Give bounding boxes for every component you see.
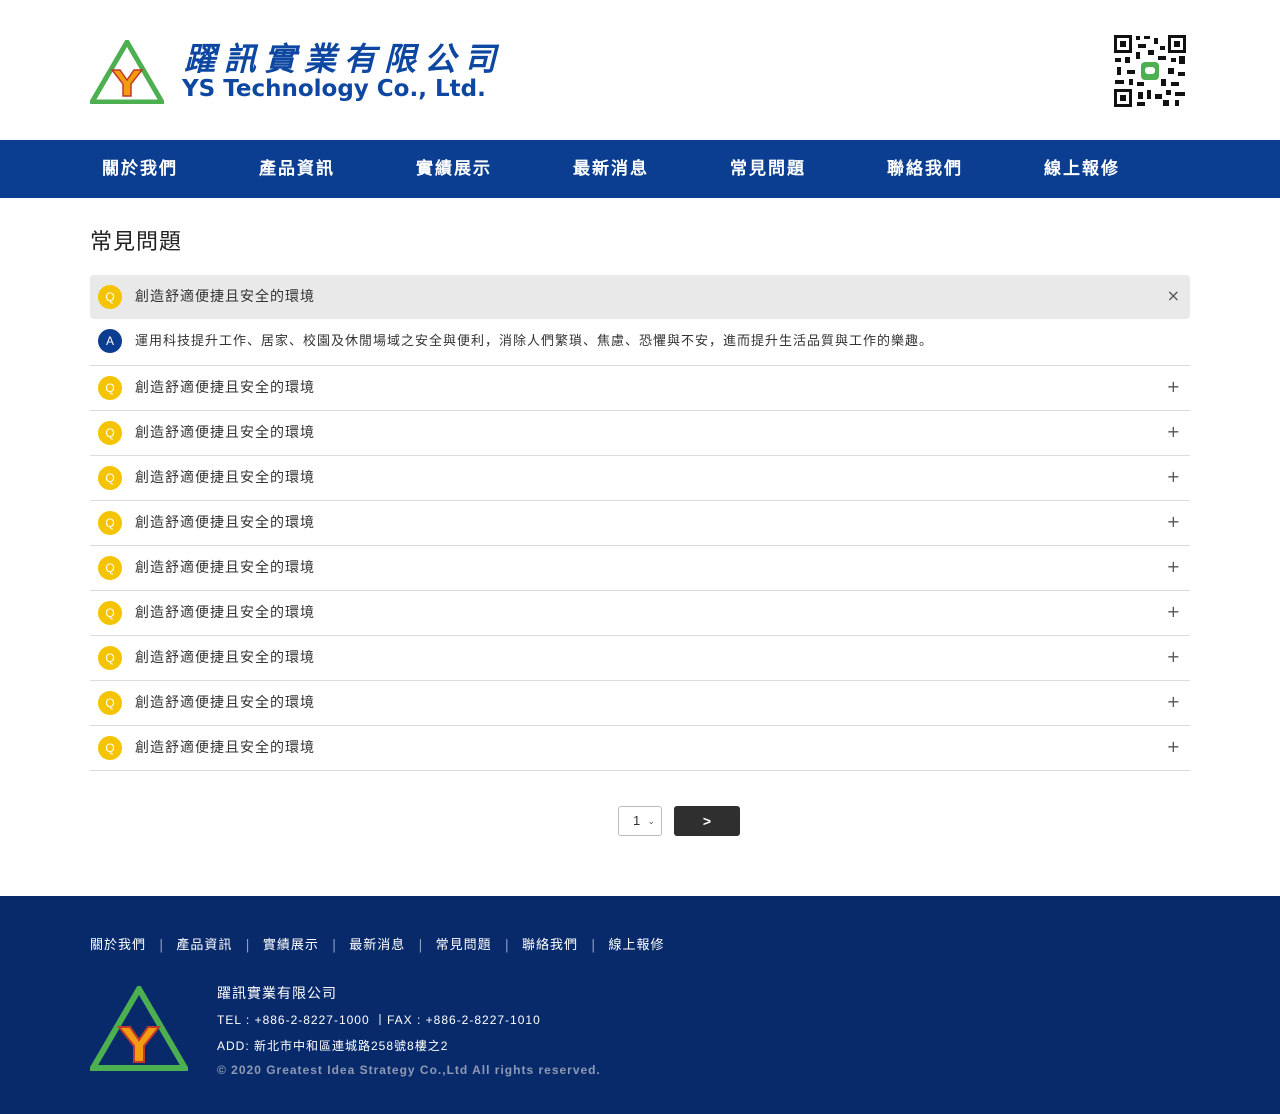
faq-question-7[interactable]: Q 創造舒適便捷且安全的環境 + <box>90 591 1190 636</box>
plus-icon[interactable]: + <box>1167 456 1180 498</box>
page-title: 常見問題 <box>90 230 183 255</box>
page-select[interactable]: 1 ⌄ <box>618 806 662 836</box>
close-icon[interactable]: × <box>1167 275 1180 317</box>
question-badge: Q <box>98 466 122 490</box>
nav-faq[interactable]: 常見問題 <box>730 140 806 198</box>
question-badge: Q <box>98 376 122 400</box>
faq-question-text: 創造舒適便捷且安全的環境 <box>135 740 315 756</box>
plus-icon[interactable]: + <box>1167 591 1180 633</box>
faq-question-text: 創造舒適便捷且安全的環境 <box>135 605 315 621</box>
footer-nav-repair[interactable]: 線上報修 <box>608 934 664 953</box>
footer-company-name: 躍訊實業有限公司 <box>217 986 337 1002</box>
page-select-value: 1 <box>633 813 641 828</box>
footer-nav-separator: | <box>159 938 164 953</box>
plus-icon[interactable]: + <box>1167 681 1180 723</box>
logo-triangle-icon <box>90 40 164 104</box>
faq-question-10[interactable]: Q 創造舒適便捷且安全的環境 + <box>90 726 1190 771</box>
nav-products[interactable]: 產品資訊 <box>259 140 335 198</box>
next-page-button[interactable]: > <box>674 806 740 836</box>
chevron-down-icon: ⌄ <box>647 816 655 826</box>
nav-portfolio[interactable]: 實績展示 <box>416 140 492 198</box>
plus-icon[interactable]: + <box>1167 546 1180 588</box>
plus-icon[interactable]: + <box>1167 366 1180 408</box>
main-nav: 關於我們 產品資訊 實績展示 最新消息 常見問題 聯絡我們 線上報修 <box>0 140 1280 198</box>
faq-question-text: 創造舒適便捷且安全的環境 <box>135 380 315 396</box>
faq-question-1[interactable]: Q 創造舒適便捷且安全的環境 × <box>90 275 1190 319</box>
faq-question-text: 創造舒適便捷且安全的環境 <box>135 515 315 531</box>
question-badge: Q <box>98 421 122 445</box>
faq-answer-1: A 運用科技提升工作、居家、校園及休閒場域之安全與便利，消除人們繁瑣、焦慮、恐懼… <box>90 319 1190 366</box>
nav-repair[interactable]: 線上報修 <box>1044 140 1120 198</box>
faq-list: Q 創造舒適便捷且安全的環境 × A 運用科技提升工作、居家、校園及休閒場域之安… <box>90 275 1190 771</box>
footer-nav-about[interactable]: 關於我們 <box>90 934 146 953</box>
plus-icon[interactable]: + <box>1167 726 1180 768</box>
footer-nav-separator: | <box>418 938 423 953</box>
plus-icon[interactable]: + <box>1167 411 1180 453</box>
footer-nav-products[interactable]: 產品資訊 <box>176 934 232 953</box>
plus-icon[interactable]: + <box>1167 501 1180 543</box>
nav-contact[interactable]: 聯絡我們 <box>887 140 963 198</box>
question-badge: Q <box>98 736 122 760</box>
faq-question-5[interactable]: Q 創造舒適便捷且安全的環境 + <box>90 501 1190 546</box>
nav-news[interactable]: 最新消息 <box>573 140 649 198</box>
footer-nav-separator: | <box>591 938 596 953</box>
site-header: 躍訊實業有限公司 YS Technology Co., Ltd. <box>0 0 1280 140</box>
site-footer: 關於我們 | 產品資訊 | 實績展示 | 最新消息 | 常見問題 | 聯絡我們 | 線上報修 躍訊實業有… <box>0 896 1280 1114</box>
footer-company-info: 躍訊實業有限公司 TEL : +886-2-8227-1000 丨FAX : +… <box>217 983 601 1077</box>
qr-code-icon <box>1113 34 1187 108</box>
faq-question-text: 創造舒適便捷且安全的環境 <box>135 425 315 441</box>
footer-nav-separator: | <box>331 938 337 953</box>
faq-question-4[interactable]: Q 創造舒適便捷且安全的環境 + <box>90 456 1190 501</box>
faq-answer-text: 運用科技提升工作、居家、校園及休閒場域之安全與便利，消除人們繁瑣、焦慮、恐懼與不… <box>135 334 934 349</box>
plus-icon[interactable]: + <box>1167 636 1180 678</box>
footer-nav: 關於我們 | 產品資訊 | 實績展示 | 最新消息 | 常見問題 | 聯絡我們 | 線上報修 <box>90 934 664 953</box>
faq-question-3[interactable]: Q 創造舒適便捷且安全的環境 + <box>90 411 1190 456</box>
faq-question-text: 創造舒適便捷且安全的環境 <box>135 560 315 576</box>
footer-nav-news[interactable]: 最新消息 <box>349 934 405 953</box>
footer-nav-separator: | <box>504 938 510 953</box>
question-badge: Q <box>98 285 122 309</box>
faq-question-text: 創造舒適便捷且安全的環境 <box>135 289 315 305</box>
footer-nav-contact[interactable]: 聯絡我們 <box>522 934 578 953</box>
question-badge: Q <box>98 511 122 535</box>
company-logo[interactable]: 躍訊實業有限公司 YS Technology Co., Ltd. <box>90 36 500 108</box>
faq-question-2[interactable]: Q 創造舒適便捷且安全的環境 + <box>90 366 1190 411</box>
question-badge: Q <box>98 691 122 715</box>
footer-copyright: © 2020 Greatest Idea Strategy Co.,Ltd Al… <box>217 1063 601 1077</box>
footer-tel-fax: TEL : +886-2-8227-1000 丨FAX : +886-2-822… <box>217 1013 541 1027</box>
question-badge: Q <box>98 556 122 580</box>
footer-nav-separator: | <box>245 938 250 953</box>
footer-nav-portfolio[interactable]: 實績展示 <box>263 934 319 953</box>
logo-company-en: YS Technology Co., Ltd. <box>182 76 486 102</box>
faq-question-text: 創造舒適便捷且安全的環境 <box>135 470 315 486</box>
faq-question-6[interactable]: Q 創造舒適便捷且安全的環境 + <box>90 546 1190 591</box>
answer-badge: A <box>98 329 122 353</box>
faq-question-9[interactable]: Q 創造舒適便捷且安全的環境 + <box>90 681 1190 726</box>
faq-question-text: 創造舒適便捷且安全的環境 <box>135 650 315 666</box>
footer-logo-icon <box>90 986 188 1071</box>
faq-question-8[interactable]: Q 創造舒適便捷且安全的環境 + <box>90 636 1190 681</box>
question-badge: Q <box>98 646 122 670</box>
logo-company-cn: 躍訊實業有限公司 <box>184 40 505 78</box>
nav-about[interactable]: 關於我們 <box>102 140 178 198</box>
question-badge: Q <box>98 601 122 625</box>
faq-question-text: 創造舒適便捷且安全的環境 <box>135 695 315 711</box>
footer-nav-faq[interactable]: 常見問題 <box>436 934 492 953</box>
footer-address: ADD: 新北市中和區連城路258號8樓之2 <box>217 1039 449 1053</box>
